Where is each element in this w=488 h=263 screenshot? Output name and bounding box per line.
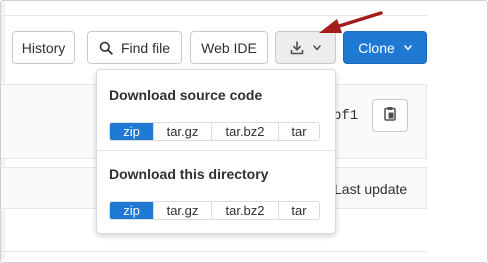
- web-ide-button-label: Web IDE: [201, 39, 257, 56]
- commit-sha: bf1: [333, 108, 359, 124]
- download-icon: [290, 40, 304, 55]
- clipboard-icon: [384, 106, 396, 126]
- history-button-label: History: [21, 39, 66, 56]
- top-divider: [1, 15, 427, 16]
- bottom-divider: [1, 251, 427, 252]
- web-ide-button[interactable]: Web IDE: [190, 31, 268, 64]
- chevron-down-icon: [404, 44, 412, 51]
- download-directory-title: Download this directory: [109, 166, 269, 182]
- history-button[interactable]: History: [12, 31, 75, 64]
- source-tar-bz2-link[interactable]: tar.bz2: [211, 123, 278, 140]
- directory-zip-link[interactable]: zip: [110, 202, 153, 219]
- chevron-down-icon: [313, 44, 321, 51]
- menu-divider: [97, 150, 335, 151]
- directory-tar-link[interactable]: tar: [278, 202, 319, 219]
- source-format-group: zip tar.gz tar.bz2 tar: [109, 122, 320, 141]
- source-tar-link[interactable]: tar: [278, 123, 319, 140]
- copy-sha-button[interactable]: [372, 99, 408, 132]
- find-file-button[interactable]: Find file: [87, 31, 182, 64]
- source-tar-gz-link[interactable]: tar.gz: [153, 123, 211, 140]
- download-source-title: Download source code: [109, 87, 263, 103]
- directory-tar-bz2-link[interactable]: tar.bz2: [211, 202, 278, 219]
- directory-format-group: zip tar.gz tar.bz2 tar: [109, 201, 320, 220]
- clone-button-label: Clone: [358, 39, 395, 56]
- download-dropdown-button[interactable]: [275, 31, 336, 64]
- last-update-column-header: Last update: [334, 181, 408, 197]
- clone-button[interactable]: Clone: [343, 31, 427, 64]
- download-dropdown-menu: Download source code zip tar.gz tar.bz2 …: [96, 69, 336, 234]
- directory-tar-gz-link[interactable]: tar.gz: [153, 202, 211, 219]
- find-file-button-label: Find file: [120, 39, 171, 56]
- search-icon: [99, 41, 113, 55]
- source-zip-link[interactable]: zip: [110, 123, 153, 140]
